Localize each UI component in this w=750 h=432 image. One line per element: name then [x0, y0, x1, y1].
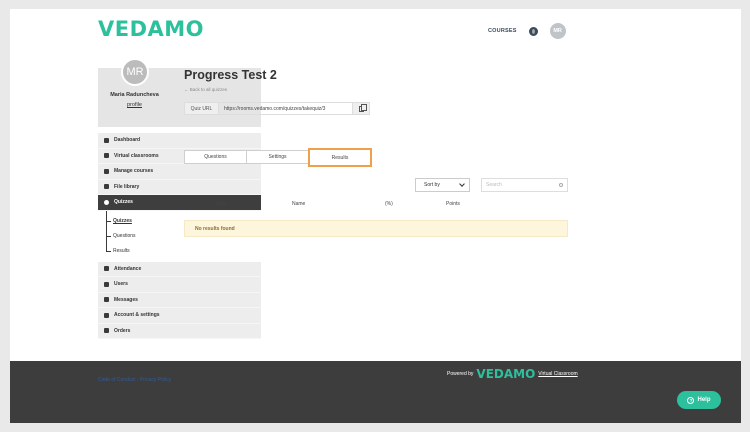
results-filters: Sort by Search [415, 178, 568, 192]
footer-links[interactable]: Code of Conduct · Privacy Policy [98, 377, 171, 383]
sidebar-item-label: Users [114, 281, 128, 288]
sidebar-item-account-settings[interactable]: Account & settings [98, 308, 261, 324]
submenu-item-results[interactable]: Results [98, 244, 261, 259]
sidebar-item-label: Orders [114, 327, 131, 334]
tree-branch [106, 250, 111, 252]
sidebar-item-label: Messages [114, 296, 138, 303]
sidebar-item-file-library[interactable]: File library [98, 180, 261, 195]
search-placeholder: Search [486, 182, 502, 188]
submenu-item-label: Quizzes [113, 218, 132, 224]
column-name[interactable]: Name [292, 201, 305, 207]
column-percent[interactable]: (%) [385, 201, 393, 207]
tab-questions[interactable]: Questions [184, 150, 247, 164]
gear-icon [104, 312, 109, 318]
sidebar-item-label: Quizzes [114, 199, 133, 206]
app-window: VEDAMO COURSES MR MR Maria Raduncheva pr… [10, 9, 741, 423]
sort-label: Sort by [424, 182, 440, 188]
sidebar-menu: Dashboard Virtual classrooms Manage cour… [98, 133, 261, 211]
copy-button[interactable] [352, 103, 369, 114]
back-link[interactable]: ← Back to all quizzes [184, 87, 370, 92]
footer: Powered by VEDAMO Virtual Classroom Code… [10, 361, 741, 423]
quiz-url-field: Quiz URL https://rooms.vedamo.com/quizze… [184, 102, 370, 115]
search-input[interactable]: Search [481, 178, 568, 192]
sidebar-item-label: Attendance [114, 265, 142, 272]
profile-avatar: MR [121, 58, 149, 86]
sort-select[interactable]: Sort by [415, 178, 470, 192]
tree-branch [106, 235, 111, 237]
cart-icon [104, 328, 109, 334]
footer-vedamo-logo[interactable]: VEDAMO [476, 367, 535, 381]
users-icon [104, 281, 109, 287]
top-nav: COURSES MR [488, 23, 566, 39]
column-points[interactable]: Points [446, 201, 460, 207]
envelope-icon [104, 297, 109, 303]
sidebar-item-label: Account & settings [114, 312, 160, 319]
main-content: Progress Test 2 ← Back to all quizzes Qu… [184, 68, 568, 237]
quiz-url-label: Quiz URL [185, 103, 219, 114]
quiz-url-input[interactable]: https://rooms.vedamo.com/quizzes/takequi… [219, 103, 352, 114]
no-results-notice: No results found [184, 220, 568, 237]
submenu-item-label: Questions [113, 233, 136, 239]
globe-icon[interactable] [528, 26, 538, 36]
question-icon [104, 199, 109, 205]
sidebar-item-messages[interactable]: Messages [98, 293, 261, 308]
chevron-down-icon [459, 181, 465, 187]
classroom-icon [104, 153, 109, 159]
page-title: Progress Test 2 [184, 68, 277, 82]
quiz-tabs: Questions Settings Results [184, 148, 372, 167]
virtual-classroom-link[interactable]: Virtual Classroom [538, 371, 577, 377]
cloud-icon [104, 184, 109, 190]
profile-link[interactable]: profile [98, 102, 171, 108]
vedamo-logo[interactable]: VEDAMO [98, 17, 204, 41]
clipboard-icon [104, 266, 109, 272]
sidebar-item-label: File library [114, 183, 140, 190]
sidebar-item-label: Dashboard [114, 137, 141, 144]
powered-by-label: Powered by [447, 371, 474, 377]
grid-icon [104, 137, 109, 143]
submenu-item-label: Results [113, 248, 130, 254]
tab-settings[interactable]: Settings [246, 150, 309, 164]
sidebar-item-dashboard[interactable]: Dashboard [98, 133, 261, 149]
help-label: Help [697, 397, 711, 403]
sidebar-item-users[interactable]: Users [98, 277, 261, 293]
column-date[interactable]: Date [216, 201, 227, 207]
search-icon [559, 183, 563, 187]
results-table-header: Date Name (%) Points [184, 201, 568, 211]
copy-icon [358, 103, 367, 112]
book-icon [104, 168, 109, 174]
sidebar-menu-lower: Attendance Users Messages Account & sett… [98, 261, 261, 339]
question-circle-icon: ? [687, 396, 695, 404]
powered-by: Powered by VEDAMO Virtual Classroom [447, 367, 578, 381]
sidebar-item-attendance[interactable]: Attendance [98, 262, 261, 277]
sidebar-item-label: Virtual classrooms [114, 152, 159, 159]
user-avatar[interactable]: MR [549, 23, 566, 39]
tab-results[interactable]: Results [308, 148, 372, 167]
profile-name: Maria Raduncheva [110, 92, 159, 98]
courses-link[interactable]: COURSES [488, 28, 517, 34]
sidebar-item-orders[interactable]: Orders [98, 324, 261, 339]
help-button[interactable]: ? Help [677, 391, 721, 409]
tree-branch [106, 220, 111, 222]
sidebar-item-label: Manage courses [114, 168, 154, 175]
